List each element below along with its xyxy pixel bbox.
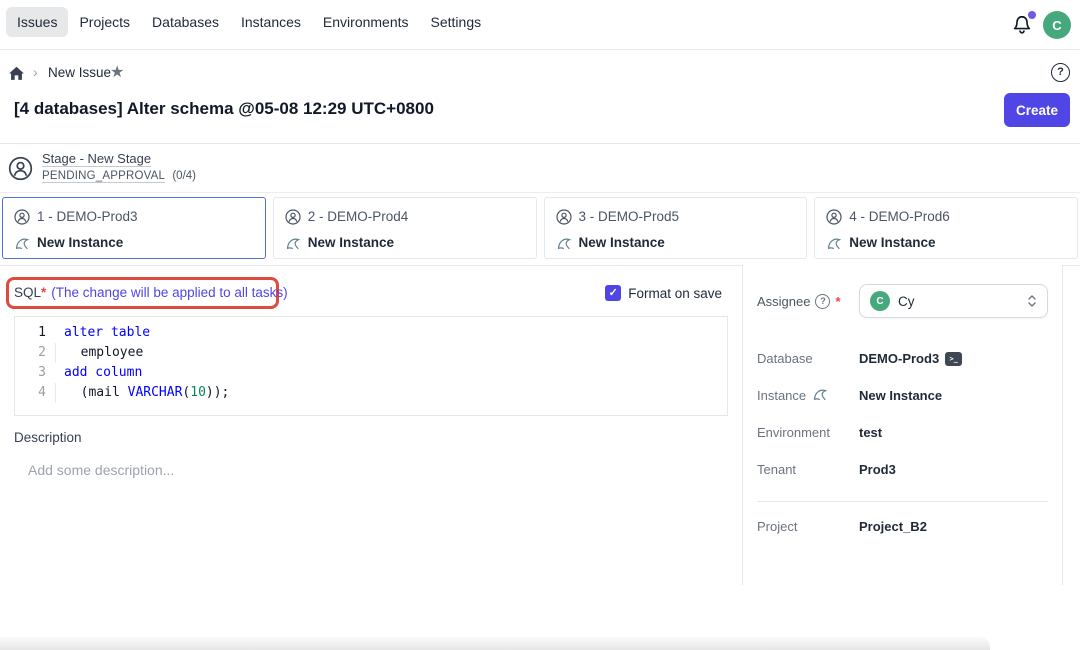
task-card-1[interactable]: 1 - DEMO-Prod3 New Instance <box>2 197 266 259</box>
database-label: Database <box>757 351 859 366</box>
code-text: alter table <box>55 323 150 343</box>
help-icon[interactable]: ? <box>1051 63 1070 82</box>
nav-item-issues[interactable]: Issues <box>6 7 68 37</box>
sql-required-mark: * <box>41 285 46 300</box>
task-instance: New Instance <box>308 235 394 250</box>
issue-detail-page: IssuesProjectsDatabasesInstancesEnvironm… <box>0 0 1080 650</box>
task-card-4[interactable]: 4 - DEMO-Prod6 New Instance <box>814 197 1078 259</box>
assignee-label: Assignee ? * <box>757 294 859 309</box>
line-number: 4 <box>15 383 55 403</box>
user-circle-icon <box>826 209 842 225</box>
select-chevrons-icon <box>1027 293 1037 309</box>
code-text: employee <box>55 343 143 363</box>
task-name: 4 - DEMO-Prod6 <box>849 209 950 224</box>
database-value[interactable]: DEMO-Prod3>_ <box>859 351 962 366</box>
bottom-shade <box>0 637 990 650</box>
nav-item-databases[interactable]: Databases <box>141 7 230 37</box>
assignee-required-mark: * <box>835 294 840 309</box>
assignee-select[interactable]: C Cy <box>859 284 1048 318</box>
task-instance: New Instance <box>849 235 935 250</box>
nav-items: IssuesProjectsDatabasesInstancesEnvironm… <box>6 7 492 37</box>
project-row: Project Project_B2 <box>757 508 1048 545</box>
sql-hint: (The change will be applied to all tasks… <box>51 285 287 300</box>
sidebar-fields: DatabaseDEMO-Prod3>_InstanceNew Instance… <box>743 340 1062 488</box>
environment-value[interactable]: test <box>859 425 882 440</box>
sidebar-divider <box>757 501 1048 502</box>
create-button[interactable]: Create <box>1004 93 1070 127</box>
task-cards: 1 - DEMO-Prod3New Instance2 - DEMO-Prod4… <box>2 197 1078 259</box>
format-checkbox[interactable]: ✓ <box>605 285 621 301</box>
assignee-circle-icon <box>8 156 33 181</box>
tenant-value[interactable]: Prod3 <box>859 462 896 477</box>
instance-value[interactable]: New Instance <box>859 388 942 403</box>
environment-label: Environment <box>757 425 859 440</box>
database-row: DatabaseDEMO-Prod3>_ <box>757 340 1048 377</box>
sql-editor[interactable]: 1alter table2 employee3add column4 (mail… <box>14 316 728 416</box>
code-line-3[interactable]: 3add column <box>15 363 727 383</box>
issue-sidebar: Assignee ? * C Cy DatabaseDEMO-Prod3>_In… <box>742 265 1063 585</box>
home-icon[interactable] <box>8 65 25 82</box>
breadcrumb-page[interactable]: New Issue <box>48 65 111 80</box>
page-title: [4 databases] Alter schema @05-08 12:29 … <box>14 99 434 119</box>
user-circle-icon <box>556 209 572 225</box>
task-name: 2 - DEMO-Prod4 <box>308 209 409 224</box>
instance-label: Instance <box>757 386 859 405</box>
tenant-row: TenantProd3 <box>757 451 1048 488</box>
environment-row: Environmenttest <box>757 414 1048 451</box>
line-number: 2 <box>15 343 55 363</box>
task-card-3[interactable]: 3 - DEMO-Prod5 New Instance <box>544 197 808 259</box>
nav-item-projects[interactable]: Projects <box>68 7 141 37</box>
project-label: Project <box>757 519 859 534</box>
notification-dot <box>1028 11 1036 19</box>
assignee-avatar: C <box>870 291 890 311</box>
task-instance: New Instance <box>37 235 123 250</box>
breadcrumb-chevron-icon: › <box>33 64 38 80</box>
nav-item-settings[interactable]: Settings <box>420 7 493 37</box>
task-card-2[interactable]: 2 - DEMO-Prod4 New Instance <box>273 197 537 259</box>
description-input[interactable]: Add some description... <box>28 462 174 478</box>
code-line-1[interactable]: 1alter table <box>15 323 727 343</box>
user-avatar[interactable]: C <box>1043 11 1071 39</box>
instance-row: InstanceNew Instance <box>757 377 1048 414</box>
mysql-engine-icon <box>14 235 30 251</box>
assignee-value: Cy <box>898 294 1019 309</box>
assignee-help-icon[interactable]: ? <box>815 294 830 309</box>
nav-item-instances[interactable]: Instances <box>230 7 312 37</box>
stage-progress: (0/4) <box>172 170 196 182</box>
sql-label-row: SQL* (The change will be applied to all t… <box>14 285 288 300</box>
assignee-label-text: Assignee <box>757 294 810 309</box>
mysql-engine-icon <box>826 235 842 251</box>
stage-status-text: PENDING_APPROVAL <box>42 170 165 182</box>
user-circle-icon <box>285 209 301 225</box>
notification-bell-icon[interactable] <box>1011 13 1033 37</box>
nav-item-environments[interactable]: Environments <box>312 7 420 37</box>
task-instance: New Instance <box>579 235 665 250</box>
user-circle-icon <box>14 209 30 225</box>
project-value[interactable]: Project_B2 <box>859 519 927 534</box>
mysql-engine-icon <box>812 386 828 405</box>
code-text: add column <box>55 363 142 383</box>
stage-status[interactable]: PENDING_APPROVAL (0/4) <box>42 170 196 182</box>
code-line-2[interactable]: 2 employee <box>15 343 727 363</box>
code-text: (mail VARCHAR(10)); <box>55 383 229 403</box>
format-on-save-toggle[interactable]: ✓ Format on save <box>605 285 722 301</box>
favorite-star-icon[interactable]: ★ <box>110 62 124 82</box>
top-nav: IssuesProjectsDatabasesInstancesEnvironm… <box>0 0 1080 50</box>
line-number: 1 <box>15 323 55 343</box>
task-name: 1 - DEMO-Prod3 <box>37 209 138 224</box>
task-name: 3 - DEMO-Prod5 <box>579 209 680 224</box>
stage-name-link[interactable]: Stage - New Stage <box>42 151 151 166</box>
code-line-4[interactable]: 4 (mail VARCHAR(10)); <box>15 383 727 403</box>
assignee-row: Assignee ? * C Cy <box>757 284 1048 318</box>
sql-label: SQL <box>14 285 41 300</box>
breadcrumb: › New Issue ★ ? <box>0 60 1080 90</box>
description-label: Description <box>14 430 82 445</box>
mysql-engine-icon <box>556 235 572 251</box>
mysql-engine-icon <box>285 235 301 251</box>
tenant-label: Tenant <box>757 462 859 477</box>
line-number: 3 <box>15 363 55 383</box>
format-label: Format on save <box>628 286 722 301</box>
stage-section: Stage - New Stage PENDING_APPROVAL (0/4) <box>0 143 1080 193</box>
sql-console-icon[interactable]: >_ <box>945 352 962 366</box>
